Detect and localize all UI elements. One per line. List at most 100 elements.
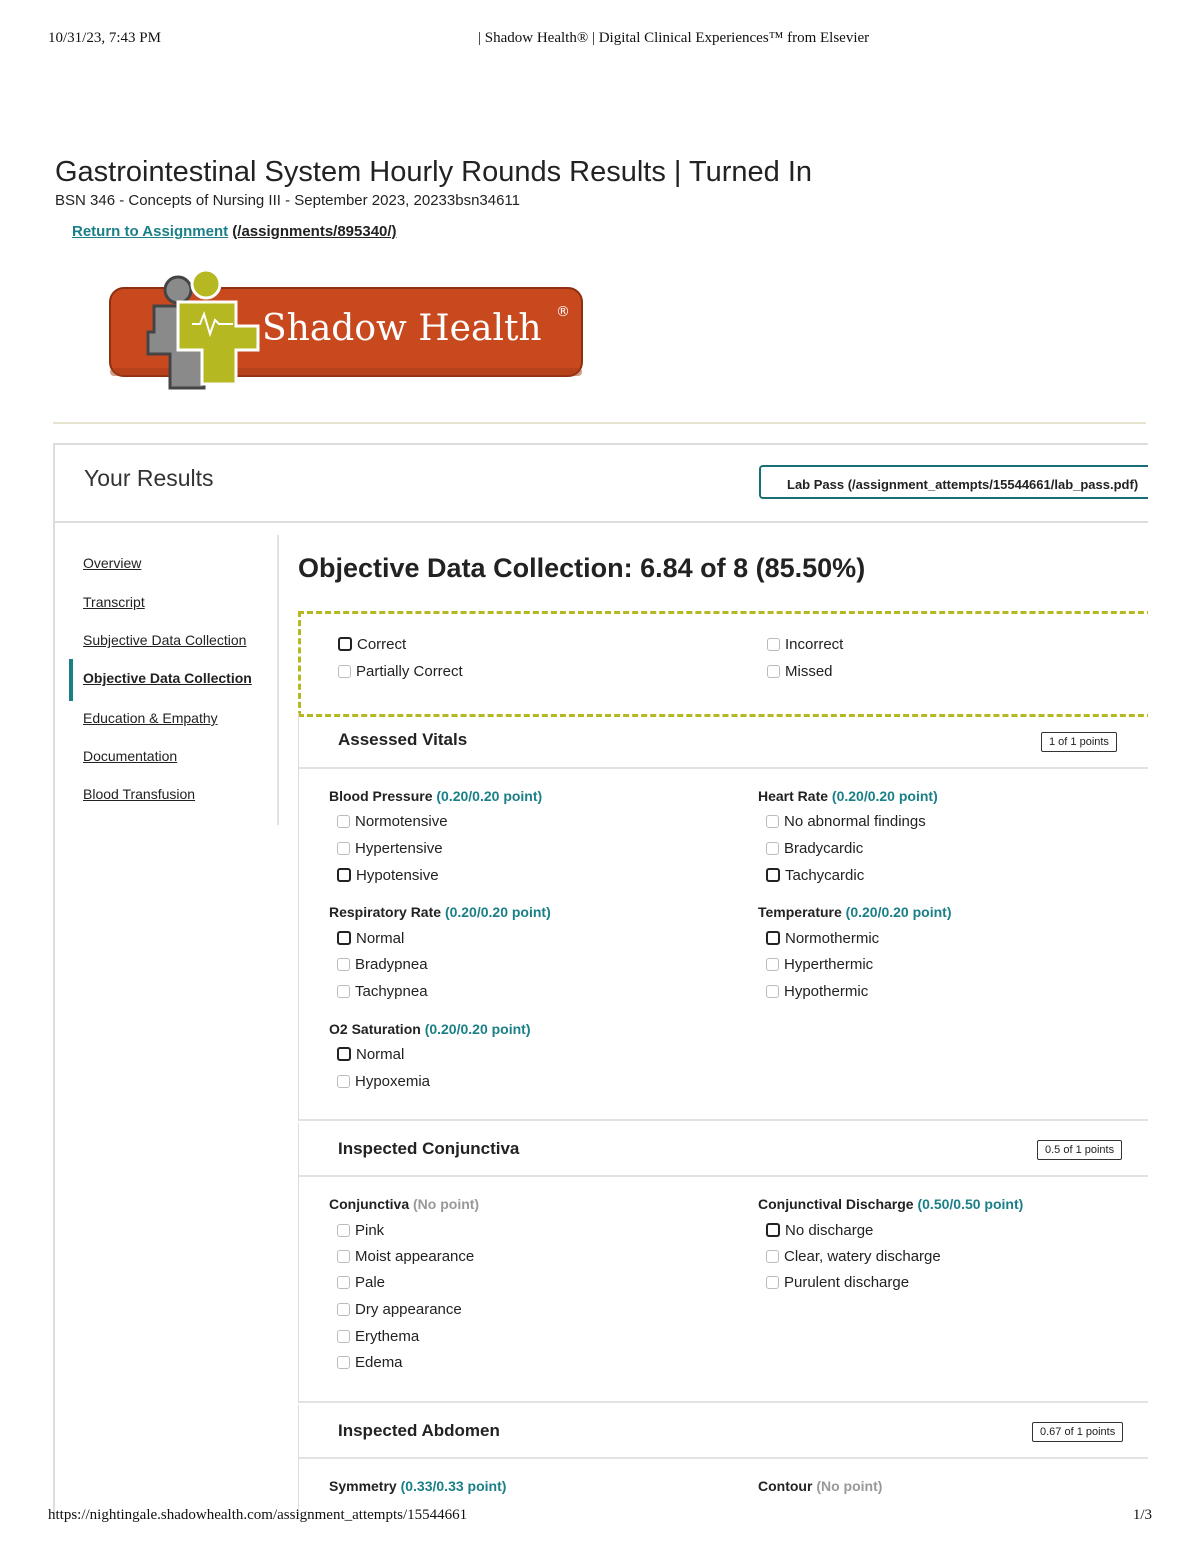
question-points: (No point)	[816, 1478, 883, 1494]
question-label: Symmetry	[329, 1478, 397, 1494]
legend-label: Correct	[357, 636, 407, 653]
option-item: Bradypnea	[337, 956, 428, 973]
page-title: Gastrointestinal System Hourly Rounds Re…	[55, 156, 813, 188]
panel-inspected-conjunctiva: Inspected Conjunctiva 0.5 of 1 points Co…	[298, 1123, 1148, 1403]
question-conjunctival-discharge: Conjunctival Discharge (0.50/0.50 point)	[758, 1196, 1023, 1212]
option-label: No abnormal findings	[784, 813, 926, 830]
panel-header: Assessed Vitals 1 of 1 points	[299, 713, 1148, 769]
checkbox-icon	[337, 1330, 350, 1343]
question-label: Contour	[758, 1478, 813, 1494]
course-subtitle: BSN 346 - Concepts of Nursing III - Sept…	[55, 192, 521, 209]
option-item: Moist appearance	[337, 1248, 474, 1265]
print-url: https://nightingale.shadowhealth.com/ass…	[48, 1507, 468, 1523]
question-points: (0.33/0.33 point)	[400, 1478, 507, 1494]
option-item: Normal	[337, 930, 404, 947]
option-label: Clear, watery discharge	[784, 1248, 941, 1265]
legend-partially-correct: Partially Correct	[338, 663, 463, 680]
nav-objective-data[interactable]: Objective Data Collection	[83, 670, 252, 686]
print-datetime: 10/31/23, 7:43 PM	[48, 30, 161, 46]
legend-missed: Missed	[767, 663, 833, 680]
option-label: Hypothermic	[784, 983, 869, 1000]
checkbox-icon	[337, 931, 351, 945]
checkbox-icon	[766, 985, 779, 998]
checkbox-icon	[766, 1223, 780, 1237]
checkbox-icon	[338, 637, 352, 651]
panel-inspected-abdomen: Inspected Abdomen 0.67 of 1 points Symme…	[298, 1405, 1148, 1515]
option-label: Hypertensive	[355, 840, 443, 857]
question-contour: Contour (No point)	[758, 1478, 882, 1494]
return-link-text[interactable]: Return to Assignment	[72, 223, 228, 240]
question-points: (0.20/0.20 point)	[444, 904, 551, 920]
checkbox-icon	[766, 815, 779, 828]
option-label: Tachypnea	[355, 983, 428, 1000]
print-doc-title: | Shadow Health® | Digital Clinical Expe…	[478, 30, 870, 46]
nav-documentation[interactable]: Documentation	[83, 748, 177, 764]
option-item: Bradycardic	[766, 840, 863, 857]
header-divider	[53, 422, 1146, 424]
checkbox-icon	[338, 665, 351, 678]
question-points: (0.50/0.50 point)	[917, 1196, 1024, 1212]
option-label: Tachycardic	[785, 867, 865, 884]
question-points: (0.20/0.20 point)	[424, 1021, 531, 1037]
checkbox-icon	[766, 958, 779, 971]
nav-subjective-data[interactable]: Subjective Data Collection	[83, 632, 246, 648]
print-footer: https://nightingale.shadowhealth.com/ass…	[48, 1507, 1152, 1527]
option-label: Dry appearance	[355, 1301, 462, 1318]
checkbox-icon	[337, 1224, 350, 1237]
checkbox-icon	[337, 1356, 350, 1369]
checkbox-icon	[767, 665, 780, 678]
option-item: Purulent discharge	[766, 1274, 909, 1291]
panel-title: Inspected Conjunctiva	[338, 1139, 520, 1158]
points-badge: 0.67 of 1 points	[1032, 1422, 1124, 1442]
question-label: Respiratory Rate	[329, 904, 442, 920]
lab-pass-button[interactable]: Lab Pass (/assignment_attempts/15544661/…	[759, 465, 1148, 499]
question-temperature: Temperature (0.20/0.20 point)	[758, 904, 951, 920]
panel-header: Inspected Abdomen 0.67 of 1 points	[299, 1405, 1148, 1459]
option-item: Erythema	[337, 1328, 419, 1345]
nav-overview[interactable]: Overview	[83, 555, 141, 571]
panel-bottom-border	[299, 1119, 1148, 1121]
panel-assessed-vitals: Assessed Vitals 1 of 1 points Blood Pres…	[298, 713, 1148, 1121]
legend-incorrect: Incorrect	[767, 636, 843, 653]
checkbox-icon	[337, 815, 350, 828]
option-label: Normal	[356, 1046, 405, 1063]
option-label: Normothermic	[785, 930, 880, 947]
option-item: Hypertensive	[337, 840, 443, 857]
question-label: Temperature	[758, 904, 842, 920]
option-label: Erythema	[355, 1328, 420, 1345]
checkbox-icon	[337, 1250, 350, 1263]
nav-blood-transfusion[interactable]: Blood Transfusion	[83, 786, 195, 802]
checkbox-icon	[337, 1047, 351, 1061]
checkbox-icon	[766, 1276, 779, 1289]
return-to-assignment-link[interactable]: Return to Assignment (/assignments/89534…	[72, 223, 397, 240]
return-link-path[interactable]: (/assignments/895340/)	[232, 223, 396, 240]
checkbox-icon	[767, 638, 780, 651]
option-item: Normothermic	[766, 930, 879, 947]
question-label: O2 Saturation	[329, 1021, 421, 1037]
your-results-heading: Your Results	[84, 465, 214, 491]
question-label: Heart Rate	[758, 788, 829, 804]
print-header: 10/31/23, 7:43 PM | Shadow Health® | Dig…	[48, 30, 1152, 50]
option-label: Moist appearance	[355, 1248, 475, 1265]
option-label: No discharge	[785, 1222, 874, 1239]
legend-label: Missed	[785, 663, 833, 680]
panel-title: Assessed Vitals	[338, 730, 468, 749]
panel-title: Inspected Abdomen	[338, 1421, 500, 1440]
option-label: Purulent discharge	[784, 1274, 910, 1291]
option-label: Hyperthermic	[784, 956, 874, 973]
results-card: Your Results Lab Pass (/assignment_attem…	[53, 443, 1148, 1515]
question-points: (0.20/0.20 point)	[831, 788, 938, 804]
nav-education-empathy[interactable]: Education & Empathy	[83, 710, 218, 726]
option-item: Hypothermic	[766, 983, 868, 1000]
option-label: Pale	[355, 1274, 386, 1291]
nav-transcript[interactable]: Transcript	[83, 594, 145, 610]
logo-registered: ®	[556, 304, 570, 320]
option-label: Pink	[355, 1222, 385, 1239]
option-item: Edema	[337, 1354, 403, 1371]
checkbox-icon	[337, 985, 350, 998]
question-symmetry: Symmetry (0.33/0.33 point)	[329, 1478, 506, 1494]
checkbox-icon	[766, 931, 780, 945]
option-item: Clear, watery discharge	[766, 1248, 941, 1265]
section-title: Objective Data Collection: 6.84 of 8 (85…	[298, 553, 866, 583]
checkbox-icon	[766, 868, 780, 882]
